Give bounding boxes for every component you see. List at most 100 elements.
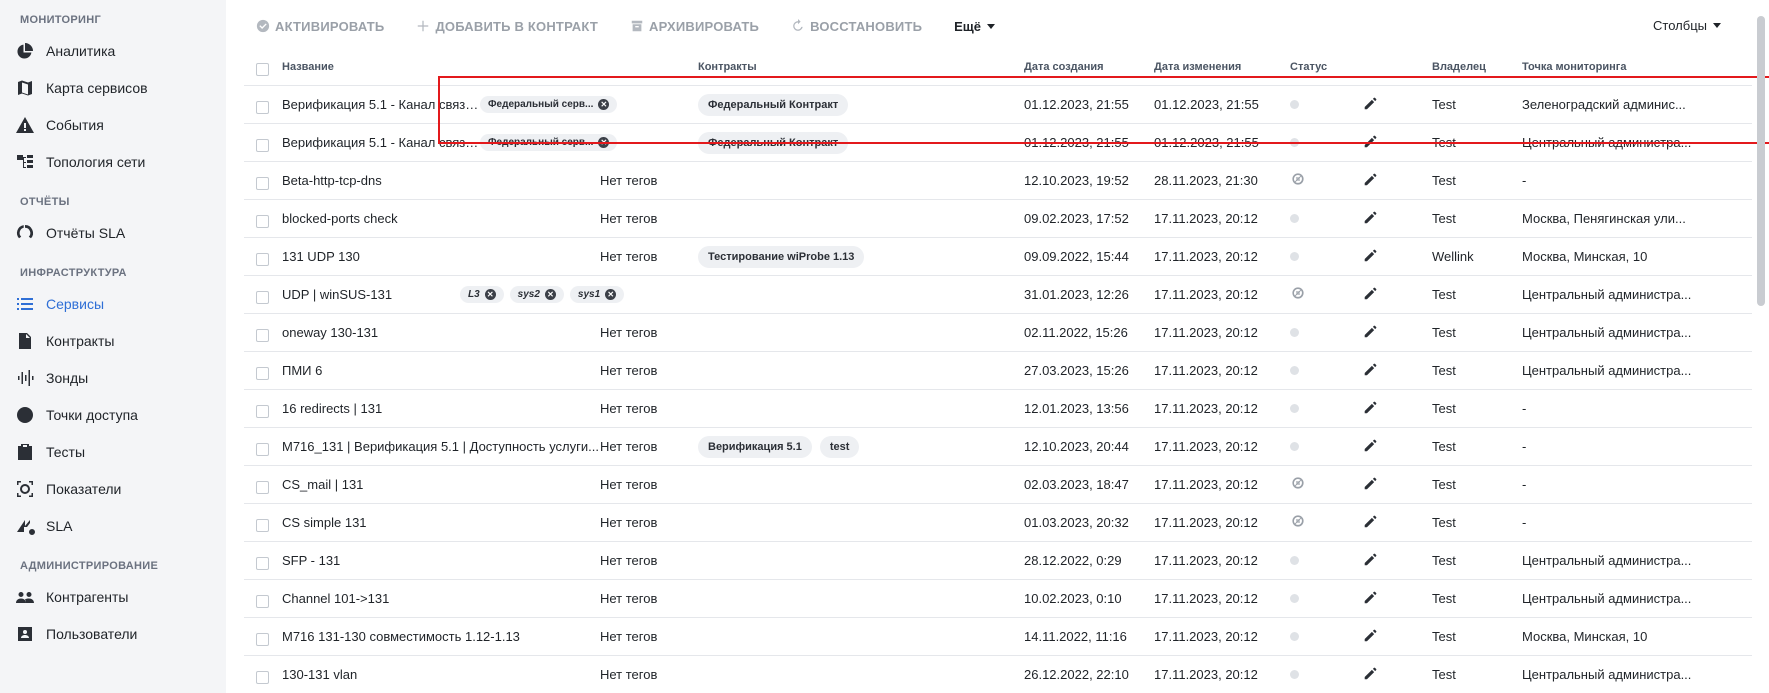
sidebar-item[interactable]: Зонды xyxy=(0,359,226,396)
row-checkbox[interactable] xyxy=(255,671,269,684)
archive-button[interactable]: АРХИВИРОВАТЬ xyxy=(630,19,759,34)
add-to-contract-button[interactable]: ДОБАВИТЬ В КОНТРАКТ xyxy=(416,19,598,34)
service-name[interactable]: CS_mail | 131 xyxy=(280,477,600,492)
table-row[interactable]: SFP - 131 Нет тегов 28.12.2022, 0:29 17.11.… xyxy=(244,542,1752,580)
sidebar-item[interactable]: Пользователи xyxy=(0,615,226,652)
row-checkbox[interactable] xyxy=(255,253,269,266)
sidebar-item[interactable]: Аналитика xyxy=(0,32,226,69)
edit-pencil-icon[interactable] xyxy=(1362,591,1380,609)
table-row[interactable]: 131 UDP 130 Нет тегов Тестирование wiProbe… xyxy=(244,238,1752,276)
remove-tag-icon[interactable]: ✕ xyxy=(598,99,610,110)
service-name[interactable]: Beta-http-tcp-dns xyxy=(280,173,600,188)
row-checkbox[interactable] xyxy=(255,367,269,380)
edit-pencil-icon[interactable] xyxy=(1362,439,1380,457)
row-checkbox[interactable] xyxy=(255,481,269,494)
edit-pencil-icon[interactable] xyxy=(1362,401,1380,419)
row-checkbox[interactable] xyxy=(255,557,269,570)
table-row[interactable]: M716_131 | Верификация 5.1 | Доступность… xyxy=(244,428,1752,466)
header-point[interactable]: Точка мониторинга xyxy=(1522,61,1702,73)
service-name[interactable]: Верификация 5.1 - Канал связи - 19... xyxy=(282,97,480,112)
sidebar-item[interactable]: Топология сети xyxy=(0,143,226,180)
service-name[interactable]: 131 UDP 130 xyxy=(280,249,600,264)
row-checkbox[interactable] xyxy=(255,595,269,608)
remove-tag-icon[interactable]: ✕ xyxy=(544,289,556,300)
service-name[interactable]: Верификация 5.1 - Канал связи - 19... xyxy=(282,135,480,150)
table-row[interactable]: UDP | winSUS-131 L3 ✕ sys2 ✕ sys1 ✕ 31.01.2023,… xyxy=(244,276,1752,314)
service-name[interactable]: ПМИ 6 xyxy=(280,363,600,378)
table-row[interactable]: blocked-ports check Нет тегов 09.02.2023, … xyxy=(244,200,1752,238)
service-name[interactable]: M716 131-130 совместимость 1.12-1.13 xyxy=(280,629,600,644)
edit-pencil-icon[interactable] xyxy=(1362,325,1380,343)
activate-button[interactable]: АКТИВИРОВАТЬ xyxy=(256,19,384,34)
service-name[interactable]: blocked-ports check xyxy=(280,211,600,226)
header-owner[interactable]: Владелец xyxy=(1432,61,1522,73)
table-row[interactable]: ПМИ 6 Нет тегов 27.03.2023, 15:26 17.11.202… xyxy=(244,352,1752,390)
table-row[interactable]: Channel 101->131 Нет тегов 10.02.2023, 0:1… xyxy=(244,580,1752,618)
restore-button[interactable]: ВОССТАНОВИТЬ xyxy=(791,19,922,34)
sidebar-item[interactable]: Контракты xyxy=(0,322,226,359)
tag-chip[interactable]: sys2 ✕ xyxy=(509,286,564,303)
sidebar-item[interactable]: Тесты xyxy=(0,433,226,470)
row-checkbox[interactable] xyxy=(255,443,269,456)
edit-pencil-icon[interactable] xyxy=(1362,363,1380,381)
tag-chip[interactable]: Федеральный серв... ✕ xyxy=(480,96,618,113)
more-dropdown[interactable]: Ещё xyxy=(954,19,996,34)
service-name[interactable]: Channel 101->131 xyxy=(280,591,600,606)
row-checkbox[interactable] xyxy=(255,329,269,342)
edit-pencil-icon[interactable] xyxy=(1362,287,1380,305)
header-contracts[interactable]: Контракты xyxy=(698,61,1024,73)
header-created[interactable]: Дата создания xyxy=(1024,61,1154,73)
edit-pencil-icon[interactable] xyxy=(1362,515,1380,533)
edit-pencil-icon[interactable] xyxy=(1362,553,1380,571)
table-row[interactable]: CS_mail | 131 Нет тегов 02.03.2023, 18:47 1… xyxy=(244,466,1752,504)
table-row[interactable]: Beta-http-tcp-dns Нет тегов 12.10.2023, 19… xyxy=(244,162,1752,200)
service-name[interactable]: UDP | winSUS-131 xyxy=(282,287,392,302)
contract-chip[interactable]: Федеральный Контракт xyxy=(698,93,849,116)
edit-pencil-icon[interactable] xyxy=(1362,211,1380,229)
row-checkbox[interactable] xyxy=(255,633,269,646)
table-row[interactable]: 16 redirects | 131 Нет тегов 12.01.2023, 1… xyxy=(244,390,1752,428)
tag-chip[interactable]: L3 ✕ xyxy=(460,286,504,303)
remove-tag-icon[interactable]: ✕ xyxy=(605,289,617,300)
edit-pencil-icon[interactable] xyxy=(1362,173,1380,191)
tag-chip[interactable]: sys1 ✕ xyxy=(569,286,625,303)
tag-chip[interactable]: Федеральный серв... ✕ xyxy=(480,134,618,151)
contract-chip[interactable]: Верификация 5.1 xyxy=(698,435,812,458)
service-name[interactable]: CS simple 131 xyxy=(280,515,600,530)
edit-pencil-icon[interactable] xyxy=(1362,249,1380,267)
edit-pencil-icon[interactable] xyxy=(1362,667,1380,685)
sidebar-item[interactable]: Сервисы xyxy=(0,285,226,322)
sidebar-item[interactable]: SLA xyxy=(0,507,226,544)
row-checkbox[interactable] xyxy=(255,101,269,114)
header-updated[interactable]: Дата изменения xyxy=(1154,61,1286,73)
edit-pencil-icon[interactable] xyxy=(1362,97,1380,115)
remove-tag-icon[interactable]: ✕ xyxy=(598,137,610,148)
sidebar-item[interactable]: Контрагенты xyxy=(0,578,226,615)
row-checkbox[interactable] xyxy=(255,177,269,190)
sidebar-item[interactable]: Отчёты SLA xyxy=(0,214,226,251)
table-row[interactable]: M716 131-130 совместимость 1.12-1.13 Нет … xyxy=(244,618,1752,656)
edit-pencil-icon[interactable] xyxy=(1362,629,1380,647)
contract-chip[interactable]: Тестирование wiProbe 1.13 xyxy=(698,245,865,268)
sidebar-item[interactable]: Карта сервисов xyxy=(0,69,226,106)
table-row[interactable]: 130-131 vlan Нет тегов 26.12.2022, 22:10 17… xyxy=(244,656,1752,693)
row-checkbox[interactable] xyxy=(255,405,269,418)
row-checkbox[interactable] xyxy=(255,215,269,228)
row-checkbox[interactable] xyxy=(255,291,269,304)
sidebar-item[interactable]: Точки доступа xyxy=(0,396,226,433)
remove-tag-icon[interactable]: ✕ xyxy=(484,289,496,300)
vertical-scrollbar[interactable] xyxy=(1757,16,1765,306)
edit-pencil-icon[interactable] xyxy=(1362,135,1380,153)
service-name[interactable]: M716_131 | Верификация 5.1 | Доступность… xyxy=(280,439,600,454)
contract-chip[interactable]: test xyxy=(819,435,860,458)
table-row[interactable]: oneway 130-131 Нет тегов 02.11.2022, 15:26… xyxy=(244,314,1752,352)
columns-dropdown[interactable]: Столбцы xyxy=(1653,18,1721,33)
table-row[interactable]: CS simple 131 Нет тегов 01.03.2023, 20:32 1… xyxy=(244,504,1752,542)
sidebar-item[interactable]: События xyxy=(0,106,226,143)
select-all-checkbox[interactable] xyxy=(255,63,269,76)
sidebar-item[interactable]: Показатели xyxy=(0,470,226,507)
service-name[interactable]: oneway 130-131 xyxy=(280,325,600,340)
header-name[interactable]: Название xyxy=(280,61,600,73)
header-status[interactable]: Статус xyxy=(1286,61,1362,73)
table-row[interactable]: Верификация 5.1 - Канал связи - 19...Фед… xyxy=(244,86,1752,124)
